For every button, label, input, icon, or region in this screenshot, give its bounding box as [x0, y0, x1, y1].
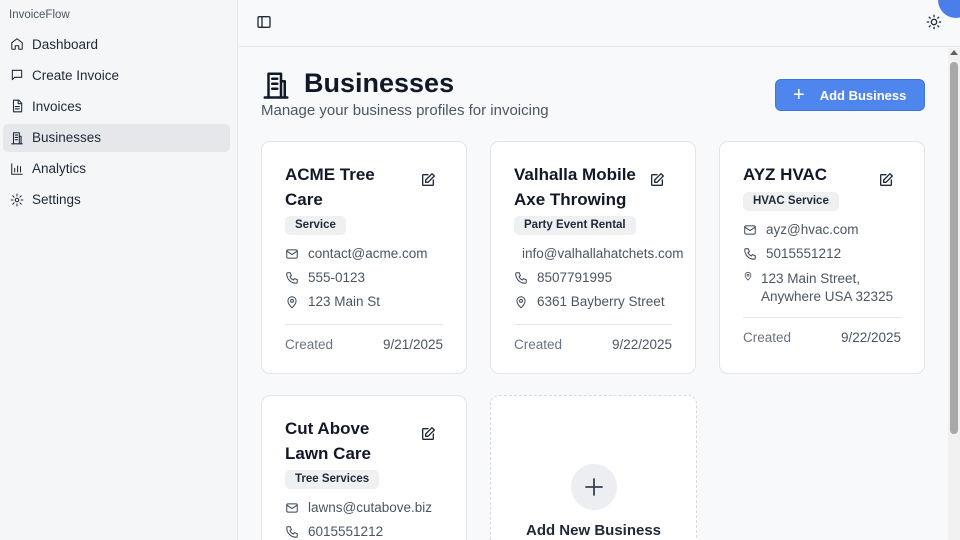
business-type-badge: Party Event Rental: [514, 216, 636, 235]
business-card: Cut Above Lawn Care Tree Services lawns@…: [261, 395, 467, 540]
file-text-icon: [12, 100, 23, 113]
phone-value: 555-0123: [308, 270, 366, 285]
business-type-badge: HVAC Service: [743, 192, 839, 211]
map-pin-icon: [516, 296, 526, 309]
address-value: 6361 Bayberry Street: [537, 294, 665, 309]
created-label: Created: [743, 330, 792, 345]
sidebar-nav: Dashboard Create Invoice Invoices Busine…: [3, 30, 230, 217]
business-name: Valhalla Mobile Axe Throwing: [514, 165, 636, 209]
edit-icon[interactable]: [878, 172, 894, 188]
created-date: 9/21/2025: [382, 337, 443, 352]
phone-row: 5015551212: [743, 246, 841, 261]
business-card: Valhalla Mobile Axe Throwing Party Event…: [490, 141, 696, 374]
email-value: contact@acme.com: [308, 246, 428, 261]
scrollbar[interactable]: [948, 48, 960, 540]
add-business-label: Add Business: [819, 87, 907, 103]
phone-value: 6015551212: [308, 524, 384, 539]
email-row: ayz@hvac.com: [743, 222, 858, 237]
sidebar-item-create-invoice[interactable]: Create Invoice: [3, 61, 230, 89]
business-card: ACME Tree Care Service contact@acme.com …: [261, 141, 467, 374]
sidebar-toggle-icon[interactable]: [256, 14, 272, 30]
mail-icon: [744, 225, 756, 235]
phone-icon: [744, 248, 756, 260]
created-label: Created: [285, 337, 334, 352]
email-row: contact@acme.com: [285, 246, 428, 261]
created-label: Created: [514, 337, 563, 352]
building-icon: [11, 131, 23, 144]
business-name: ACME Tree Care: [285, 165, 375, 209]
business-card: AYZ HVAC HVAC Service ayz@hvac.com 50155…: [719, 141, 925, 374]
page-subtitle: Manage your business profiles for invoic…: [261, 102, 549, 119]
business-type-badge: Tree Services: [285, 470, 380, 489]
chat-square-icon: [11, 69, 23, 81]
add-new-business-label: Add New Business: [525, 522, 662, 539]
email-value: info@valhallahatchets.com: [522, 246, 684, 261]
email-value: lawns@cutabove.biz: [308, 500, 433, 515]
address-value: 123 Main Street, Anywhere USA 32325: [761, 271, 894, 304]
card-divider: [285, 324, 443, 325]
email-value: ayz@hvac.com: [766, 222, 859, 237]
business-type-badge: Service: [285, 216, 346, 235]
sidebar: InvoiceFlow Dashboard Create Invoice Inv…: [0, 0, 238, 540]
address-row: 123 Main Street, Anywhere USA 32325: [743, 270, 913, 305]
phone-icon: [286, 272, 298, 284]
phone-value: 8507791995: [537, 270, 613, 285]
phone-icon: [286, 526, 298, 538]
sidebar-item-label: Analytics: [32, 161, 87, 177]
sidebar-item-label: Invoices: [32, 98, 82, 114]
mail-icon: [286, 503, 298, 513]
sun-icon[interactable]: [926, 14, 942, 30]
card-divider: [743, 317, 901, 318]
add-new-business-card[interactable]: Add New Business: [490, 395, 697, 540]
phone-row: 6015551212: [285, 524, 383, 539]
business-name: Cut Above Lawn Care: [285, 419, 371, 463]
gear-icon: [10, 193, 24, 207]
bar-chart-icon: [11, 162, 23, 175]
plus-icon: +: [793, 84, 805, 106]
phone-row: 555-0123: [285, 270, 365, 285]
email-row: lawns@cutabove.biz: [285, 500, 432, 515]
map-pin-icon: [744, 271, 752, 281]
add-business-button[interactable]: + Add Business: [775, 79, 925, 111]
address-value: 123 Main St: [308, 294, 381, 309]
phone-icon: [515, 272, 527, 284]
building-icon: [263, 72, 289, 99]
phone-value: 5015551212: [766, 246, 842, 261]
card-divider: [514, 324, 672, 325]
sidebar-item-businesses[interactable]: Businesses: [3, 123, 230, 152]
scroll-up-arrow-icon[interactable]: [950, 50, 958, 55]
edit-icon[interactable]: [649, 172, 665, 188]
page-title: Businesses: [304, 68, 455, 98]
sidebar-item-invoices[interactable]: Invoices: [3, 92, 230, 120]
sidebar-item-dashboard[interactable]: Dashboard: [3, 30, 230, 58]
home-icon: [11, 38, 23, 50]
top-bar: [239, 0, 960, 47]
sidebar-item-settings[interactable]: Settings: [3, 186, 230, 214]
business-name: AYZ HVAC: [743, 165, 828, 184]
edit-icon[interactable]: [420, 426, 436, 442]
app-name: InvoiceFlow: [9, 9, 70, 21]
email-row: info@valhallahatchets.com: [511, 246, 684, 261]
map-pin-icon: [287, 296, 297, 309]
address-row: 6361 Bayberry Street: [514, 294, 665, 309]
created-date: 9/22/2025: [611, 337, 672, 352]
plus-icon: [571, 464, 617, 510]
created-date: 9/22/2025: [840, 330, 901, 345]
sidebar-item-label: Settings: [32, 192, 81, 208]
mail-icon: [286, 249, 298, 259]
sidebar-item-label: Create Invoice: [32, 67, 120, 83]
scroll-thumb[interactable]: [950, 62, 958, 434]
sidebar-item-label: Businesses: [32, 130, 102, 146]
phone-row: 8507791995: [514, 270, 612, 285]
sidebar-item-analytics[interactable]: Analytics: [3, 155, 230, 183]
sidebar-item-label: Dashboard: [32, 36, 99, 52]
edit-icon[interactable]: [420, 172, 436, 188]
address-row: 123 Main St: [285, 294, 380, 309]
